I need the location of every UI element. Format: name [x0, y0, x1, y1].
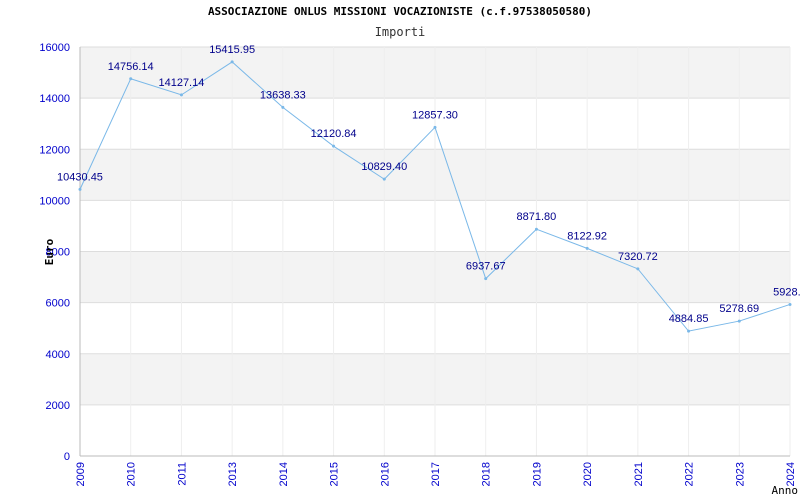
data-label: 12120.84: [311, 128, 357, 140]
x-tick-label: 2014: [278, 462, 290, 486]
y-tick-label: 10000: [39, 195, 70, 207]
x-axis-title: Anno: [772, 484, 799, 497]
data-label: 14127.14: [158, 77, 204, 89]
y-tick-label: 6000: [46, 298, 70, 310]
x-tick-label: 2017: [430, 462, 442, 486]
y-tick-label: 16000: [39, 42, 70, 54]
data-point: [281, 105, 285, 109]
data-label: 8871.80: [517, 211, 557, 223]
data-label: 15415.95: [209, 44, 255, 56]
data-label: 4884.85: [669, 313, 709, 325]
x-tick-label: 2024: [785, 462, 797, 486]
data-label: 12857.30: [412, 109, 458, 121]
x-tick-label: 2021: [633, 462, 645, 486]
x-tick-label: 2020: [582, 462, 594, 486]
y-axis-title: Euro: [43, 238, 56, 265]
data-label: 5278.69: [719, 303, 759, 315]
data-label: 6937.67: [466, 261, 506, 273]
data-point: [585, 246, 589, 250]
y-tick-label: 14000: [39, 93, 70, 105]
x-tick-label: 2019: [531, 462, 543, 486]
y-tick-label: 0: [64, 451, 70, 463]
x-tick-label: 2018: [481, 462, 493, 486]
x-tick-label: 2009: [75, 462, 87, 486]
data-point: [382, 177, 386, 181]
data-point: [78, 187, 82, 191]
data-label: 10829.40: [361, 161, 407, 173]
data-point: [636, 267, 640, 271]
data-point: [230, 60, 234, 64]
data-point: [433, 125, 437, 129]
line-chart: 0200040006000800010000120001400016000200…: [39, 42, 800, 497]
data-label: 10430.45: [57, 171, 103, 183]
x-tick-label: 2010: [126, 462, 138, 486]
data-point: [332, 144, 336, 148]
data-label: 5928.8: [773, 286, 800, 298]
y-tick-label: 12000: [39, 144, 70, 156]
data-point: [534, 227, 538, 231]
data-point: [179, 93, 183, 97]
y-tick-label: 4000: [46, 349, 70, 361]
x-tick-label: 2022: [684, 462, 696, 486]
data-point: [737, 319, 741, 323]
x-tick-label: 2011: [176, 462, 188, 486]
data-point: [129, 77, 133, 81]
x-tick-label: 2013: [227, 462, 239, 486]
y-tick-label: 2000: [46, 400, 70, 412]
data-label: 8122.92: [567, 230, 607, 242]
data-label: 7320.72: [618, 251, 658, 263]
data-point: [687, 329, 691, 333]
data-point: [788, 302, 792, 306]
data-label: 14756.14: [108, 61, 154, 73]
data-label: 13638.33: [260, 89, 306, 101]
x-tick-label: 2016: [379, 462, 391, 486]
x-tick-label: 2015: [329, 462, 341, 486]
data-point: [484, 277, 488, 281]
x-tick-label: 2023: [734, 462, 746, 486]
